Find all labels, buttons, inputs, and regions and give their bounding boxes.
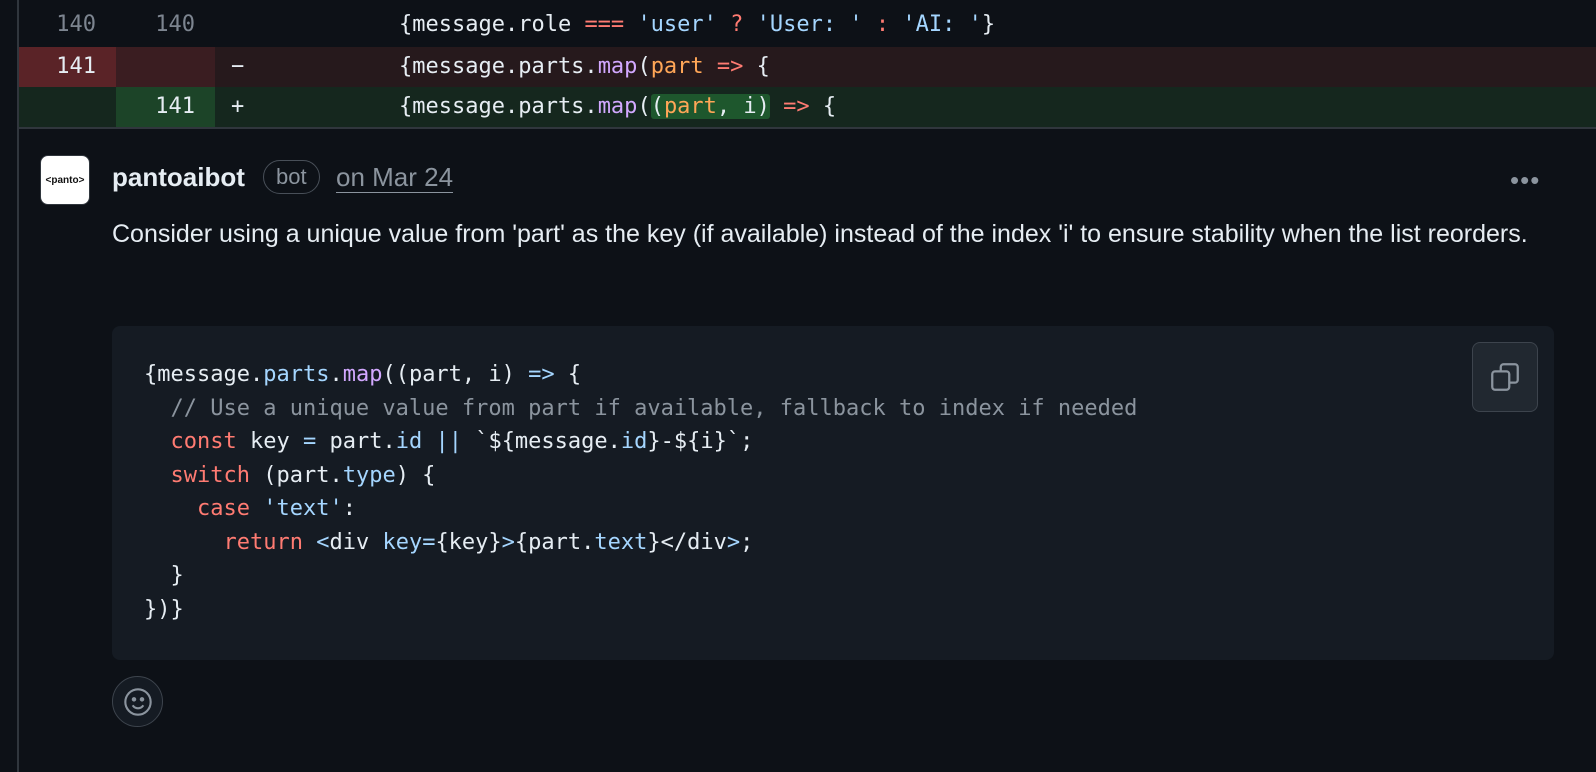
- old-line-number[interactable]: 140: [19, 5, 116, 47]
- review-comment-thread: 140 140 {message.role === 'user' ? 'User…: [0, 0, 1596, 772]
- diff-added-line: 141 + {message.parts.map((part, i) => {: [19, 87, 1596, 127]
- diff-line-code: {message.parts.map((part, i) => {: [399, 94, 837, 119]
- kebab-horizontal-icon[interactable]: •••: [1510, 165, 1540, 196]
- copy-icon: [1491, 363, 1519, 391]
- new-line-number[interactable]: 141: [116, 87, 215, 127]
- old-line-number[interactable]: 141: [19, 47, 116, 87]
- copy-button[interactable]: [1472, 342, 1538, 412]
- new-line-number[interactable]: [116, 47, 215, 87]
- comment-date-link[interactable]: on Mar 24: [336, 162, 454, 193]
- diff-deleted-line: 141 − {message.parts.map(part => {: [19, 47, 1596, 87]
- diff-context-line: 140 140 {message.role === 'user' ? 'User…: [19, 5, 1596, 47]
- diff-line-code: {message.role === 'user' ? 'User: ' : 'A…: [399, 12, 996, 37]
- diff-hunk: 140 140 {message.role === 'user' ? 'User…: [19, 0, 1596, 127]
- suggestion-code: {message.parts.map((part, i) => { // Use…: [144, 362, 1138, 622]
- code-suggestion-block: {message.parts.map((part, i) => { // Use…: [112, 326, 1554, 660]
- avatar[interactable]: <panto>: [40, 155, 90, 205]
- deletion-marker: −: [231, 54, 245, 79]
- bot-badge: bot: [263, 160, 320, 194]
- addition-marker: +: [231, 94, 245, 119]
- old-line-number[interactable]: [19, 87, 116, 127]
- new-line-number[interactable]: 140: [116, 5, 215, 47]
- diff-line-code: {message.parts.map(part => {: [399, 54, 770, 79]
- comment-body: Consider using a unique value from 'part…: [112, 220, 1528, 248]
- diff-divider: [19, 127, 1596, 129]
- add-reaction-button[interactable]: [112, 676, 163, 727]
- smiley-icon: [123, 687, 152, 716]
- comment-author[interactable]: pantoaibot: [112, 162, 245, 193]
- avatar-logo-text: <panto>: [45, 174, 85, 186]
